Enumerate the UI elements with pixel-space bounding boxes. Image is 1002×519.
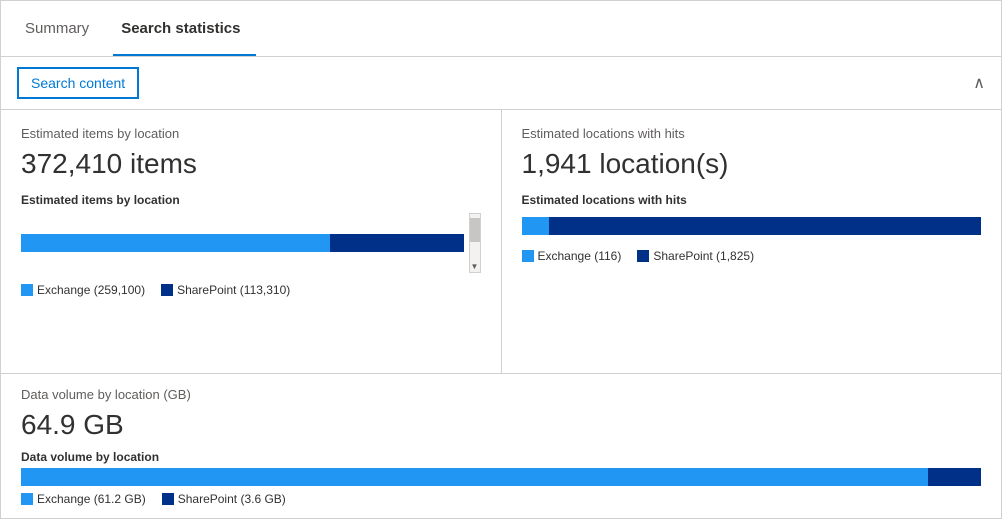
scroll-down-arrow[interactable]: ▼ <box>470 262 480 272</box>
tab-search-statistics[interactable]: Search statistics <box>113 1 256 56</box>
left-bar-sharepoint <box>330 234 465 252</box>
right-panel: Estimated locations with hits 1,941 loca… <box>502 110 1002 373</box>
left-panel: Estimated items by location 372,410 item… <box>1 110 502 373</box>
right-bar-exchange <box>522 217 549 235</box>
left-legend-exchange-color <box>21 284 33 296</box>
left-bar-with-scroll: ▼ <box>21 213 481 273</box>
scroll-thumb <box>470 218 480 242</box>
right-panel-value: 1,941 location(s) <box>522 147 982 181</box>
main-container: Summary Search statistics Search content… <box>0 0 1002 519</box>
left-legend-exchange-label: Exchange (259,100) <box>37 283 145 297</box>
bottom-bar-sharepoint <box>928 468 981 486</box>
left-legend-sharepoint-label: SharePoint (113,310) <box>177 283 290 297</box>
right-legend-exchange-color <box>522 250 534 262</box>
left-legend-sharepoint: SharePoint (113,310) <box>161 283 290 297</box>
right-legend: Exchange (116) SharePoint (1,825) <box>522 249 982 263</box>
search-content-button[interactable]: Search content <box>17 67 139 99</box>
right-legend-sharepoint-label: SharePoint (1,825) <box>653 249 754 263</box>
bottom-legend: Exchange (61.2 GB) SharePoint (3.6 GB) <box>21 492 981 506</box>
left-legend-exchange: Exchange (259,100) <box>21 283 145 297</box>
bottom-bar-label: Data volume by location <box>21 450 981 464</box>
left-bar-exchange <box>21 234 330 252</box>
left-panel-label: Estimated items by location <box>21 126 481 141</box>
content-area: Estimated items by location 372,410 item… <box>1 110 1001 518</box>
right-bar-sharepoint <box>549 217 981 235</box>
bottom-bar-track <box>21 468 981 486</box>
right-bar-track <box>522 217 982 235</box>
bottom-legend-exchange: Exchange (61.2 GB) <box>21 492 146 506</box>
left-bar-track <box>21 234 465 252</box>
left-legend-sharepoint-color <box>161 284 173 296</box>
left-panel-value: 372,410 items <box>21 147 481 181</box>
bottom-legend-exchange-color <box>21 493 33 505</box>
right-panel-label: Estimated locations with hits <box>522 126 982 141</box>
right-legend-exchange-label: Exchange (116) <box>538 249 622 263</box>
left-scrollbar[interactable]: ▼ <box>469 213 481 273</box>
bottom-bar-exchange <box>21 468 928 486</box>
tab-summary-label: Summary <box>25 20 89 37</box>
tab-search-statistics-label: Search statistics <box>121 20 240 37</box>
top-row: Estimated items by location 372,410 item… <box>1 110 1001 374</box>
bottom-legend-sharepoint: SharePoint (3.6 GB) <box>162 492 286 506</box>
section-header: Search content ∧ <box>1 57 1001 110</box>
left-bar-container <box>21 234 465 252</box>
tab-bar: Summary Search statistics <box>1 1 1001 57</box>
bottom-panel-label: Data volume by location (GB) <box>21 387 191 402</box>
bottom-legend-sharepoint-label: SharePoint (3.6 GB) <box>178 492 286 506</box>
bottom-legend-sharepoint-color <box>162 493 174 505</box>
bottom-panel: Data volume by location (GB) 64.9 GB Dat… <box>1 374 1001 518</box>
right-legend-sharepoint-color <box>637 250 649 262</box>
tab-summary[interactable]: Summary <box>17 1 105 56</box>
bottom-panel-value: 64.9 GB <box>21 409 124 440</box>
left-bar-label: Estimated items by location <box>21 193 481 207</box>
right-legend-exchange: Exchange (116) <box>522 249 622 263</box>
bottom-legend-exchange-label: Exchange (61.2 GB) <box>37 492 146 506</box>
right-bar-container <box>522 217 982 235</box>
left-legend: Exchange (259,100) SharePoint (113,310) <box>21 283 481 297</box>
bottom-bar-container <box>21 468 981 486</box>
right-bar-label: Estimated locations with hits <box>522 193 982 207</box>
collapse-icon[interactable]: ∧ <box>973 73 985 93</box>
right-legend-sharepoint: SharePoint (1,825) <box>637 249 754 263</box>
